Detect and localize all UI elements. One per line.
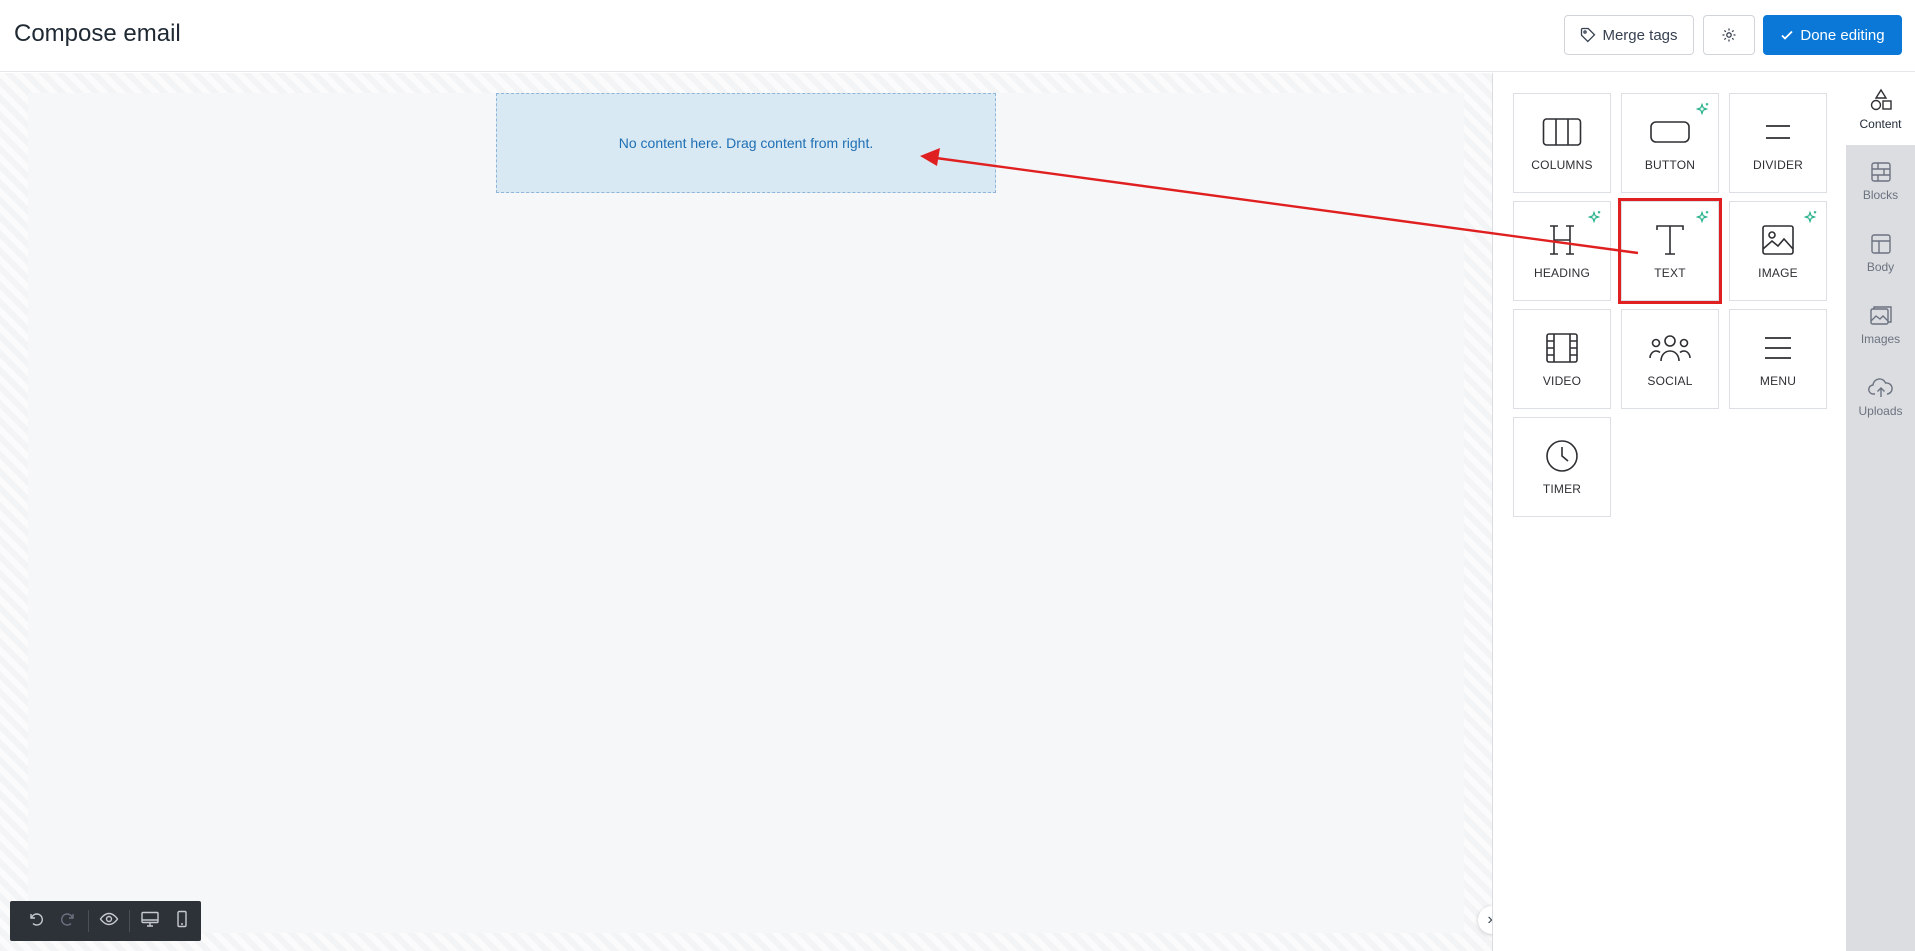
tile-social[interactable]: SOCIAL xyxy=(1621,309,1719,409)
tile-button[interactable]: BUTTON xyxy=(1621,93,1719,193)
undo-button[interactable] xyxy=(20,901,52,941)
ai-sparkle-icon xyxy=(1803,210,1818,229)
tile-columns[interactable]: COLUMNS xyxy=(1513,93,1611,193)
sidenav-label: Blocks xyxy=(1862,187,1899,202)
video-icon xyxy=(1545,330,1579,366)
ai-sparkle-icon xyxy=(1587,210,1602,229)
tile-divider[interactable]: DIVIDER xyxy=(1729,93,1827,193)
ai-sparkle-icon xyxy=(1695,102,1710,121)
heading-icon xyxy=(1546,222,1578,258)
sidenav-label: Content xyxy=(1859,116,1902,131)
sidenav-item-images[interactable]: Images xyxy=(1846,289,1915,361)
sidenav-item-content[interactable]: Content xyxy=(1846,73,1915,145)
dropzone-placeholder: No content here. Drag content from right… xyxy=(618,135,874,151)
check-icon xyxy=(1780,28,1794,42)
tile-label: BUTTON xyxy=(1644,158,1696,172)
tile-label: COLUMNS xyxy=(1531,158,1593,172)
merge-tags-button[interactable]: Merge tags xyxy=(1564,15,1694,55)
tile-label: TIMER xyxy=(1542,482,1582,496)
content-panel: COLUMNS BUTTON DIVIDER HEADING TEXT IMAG… xyxy=(1492,73,1846,951)
tile-label: HEADING xyxy=(1533,266,1591,280)
upload-cloud-icon xyxy=(1867,377,1894,399)
tile-label: IMAGE xyxy=(1758,266,1798,280)
tile-video[interactable]: VIDEO xyxy=(1513,309,1611,409)
text-icon xyxy=(1654,222,1686,258)
sidenav-label: Uploads xyxy=(1858,403,1903,418)
tile-label: VIDEO xyxy=(1542,374,1582,388)
tag-icon xyxy=(1580,27,1596,43)
tile-text[interactable]: TEXT xyxy=(1618,198,1722,304)
sidenav-item-uploads[interactable]: Uploads xyxy=(1846,361,1915,433)
editor-canvas: » xyxy=(0,73,1506,951)
shapes-icon xyxy=(1870,88,1892,112)
desktop-view-button[interactable] xyxy=(134,901,166,941)
divider-icon xyxy=(1763,114,1793,150)
redo-icon xyxy=(59,910,77,933)
sidenav-label: Body xyxy=(1866,259,1895,274)
menu-icon xyxy=(1763,330,1793,366)
toolbar-divider xyxy=(129,910,130,932)
images-icon xyxy=(1869,305,1893,327)
button-icon xyxy=(1649,114,1691,150)
sidenav-item-body[interactable]: Body xyxy=(1846,217,1915,289)
redo-button[interactable] xyxy=(52,901,84,941)
tile-image[interactable]: IMAGE xyxy=(1729,201,1827,301)
tile-label: TEXT xyxy=(1654,266,1686,280)
settings-button[interactable] xyxy=(1703,15,1755,55)
email-body[interactable] xyxy=(28,93,1464,933)
sidenav-label: Images xyxy=(1860,331,1901,346)
tile-label: DIVIDER xyxy=(1752,158,1804,172)
header-bar: Compose email Merge tags Done editing xyxy=(0,0,1915,72)
merge-tags-label: Merge tags xyxy=(1602,26,1678,44)
bottom-toolbar xyxy=(10,901,201,941)
image-icon xyxy=(1761,222,1795,258)
tile-label: SOCIAL xyxy=(1647,374,1693,388)
tile-timer[interactable]: TIMER xyxy=(1513,417,1611,517)
side-nav: Content Blocks Body Images Uploads xyxy=(1846,73,1915,951)
tile-label: MENU xyxy=(1759,374,1797,388)
body-layout-icon xyxy=(1870,233,1892,255)
toolbar-divider xyxy=(88,910,89,932)
tile-heading[interactable]: HEADING xyxy=(1513,201,1611,301)
done-editing-button[interactable]: Done editing xyxy=(1763,15,1902,55)
sidenav-item-blocks[interactable]: Blocks xyxy=(1846,145,1915,217)
gear-icon xyxy=(1721,27,1737,43)
eye-icon xyxy=(99,910,119,933)
empty-dropzone[interactable]: No content here. Drag content from right… xyxy=(496,93,996,193)
mobile-view-button[interactable] xyxy=(166,901,198,941)
desktop-icon xyxy=(140,910,160,933)
done-editing-label: Done editing xyxy=(1800,26,1885,44)
columns-icon xyxy=(1542,114,1582,150)
blocks-icon xyxy=(1870,161,1892,183)
social-icon xyxy=(1649,330,1691,366)
page-title: Compose email xyxy=(14,20,181,47)
undo-icon xyxy=(27,910,45,933)
preview-button[interactable] xyxy=(93,901,125,941)
mobile-icon xyxy=(175,910,189,933)
timer-icon xyxy=(1545,438,1579,474)
ai-sparkle-icon xyxy=(1695,210,1710,229)
tile-menu[interactable]: MENU xyxy=(1729,309,1827,409)
